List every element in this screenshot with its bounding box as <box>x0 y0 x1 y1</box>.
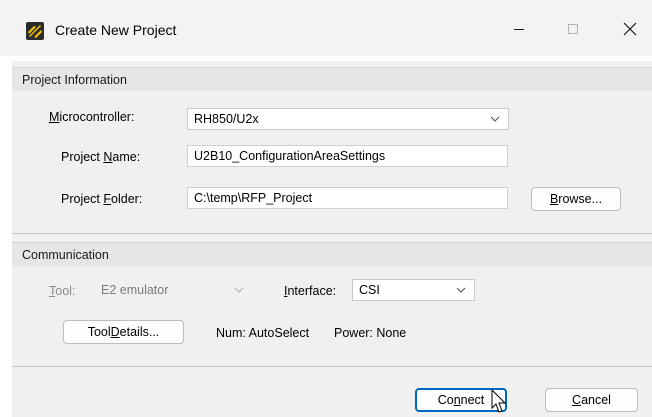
title-bar[interactable]: Create New Project <box>0 0 652 56</box>
window-title: Create New Project <box>55 22 177 38</box>
chevron-down-icon <box>490 116 500 122</box>
microcontroller-value: RH850/U2x <box>194 112 259 126</box>
close-icon <box>623 22 637 36</box>
power-status: Power: None <box>334 326 407 340</box>
interface-select[interactable]: CSI <box>352 279 475 301</box>
project-folder-label: Project Folder: <box>61 192 143 206</box>
tool-select: E2 emulator <box>98 279 253 301</box>
project-folder-input[interactable]: C:\temp\RFP_Project <box>187 187 508 209</box>
project-information-header: Project Information <box>12 67 652 91</box>
browse-button[interactable]: Browse... <box>531 187 621 211</box>
project-name-label: Project Name: <box>61 150 141 164</box>
project-name-value: U2B10_ConfigurationAreaSettings <box>194 149 386 163</box>
tool-details-button[interactable]: Tool Details... <box>63 320 184 344</box>
footer-divider <box>12 366 652 367</box>
project-folder-value: C:\temp\RFP_Project <box>194 191 313 205</box>
group-divider <box>12 233 652 234</box>
group-title-project-information: Project Information <box>22 73 127 87</box>
create-new-project-dialog: Create New Project Project Information M… <box>0 0 652 417</box>
maximize-icon <box>568 24 578 34</box>
tool-value: E2 emulator <box>101 283 169 297</box>
group-title-communication: Communication <box>22 248 109 262</box>
chevron-down-icon <box>234 287 244 293</box>
maximize-button[interactable] <box>551 14 595 44</box>
interface-value: CSI <box>359 283 380 297</box>
renesas-flash-programmer-icon <box>26 22 44 40</box>
project-name-input[interactable]: U2B10_ConfigurationAreaSettings <box>187 145 508 167</box>
cancel-button[interactable]: Cancel <box>545 388 638 412</box>
minimize-button[interactable] <box>497 14 541 44</box>
minimize-icon <box>514 29 524 30</box>
microcontroller-select[interactable]: RH850/U2x <box>187 108 509 130</box>
interface-label: Interface: <box>284 284 337 298</box>
mouse-pointer-icon <box>491 389 507 413</box>
num-status: Num: AutoSelect <box>216 326 310 340</box>
microcontroller-label: Microcontroller: <box>49 110 135 124</box>
communication-header: Communication <box>12 242 652 266</box>
tool-label: Tool: <box>49 284 76 298</box>
close-button[interactable] <box>608 14 652 44</box>
chevron-down-icon <box>456 287 466 293</box>
